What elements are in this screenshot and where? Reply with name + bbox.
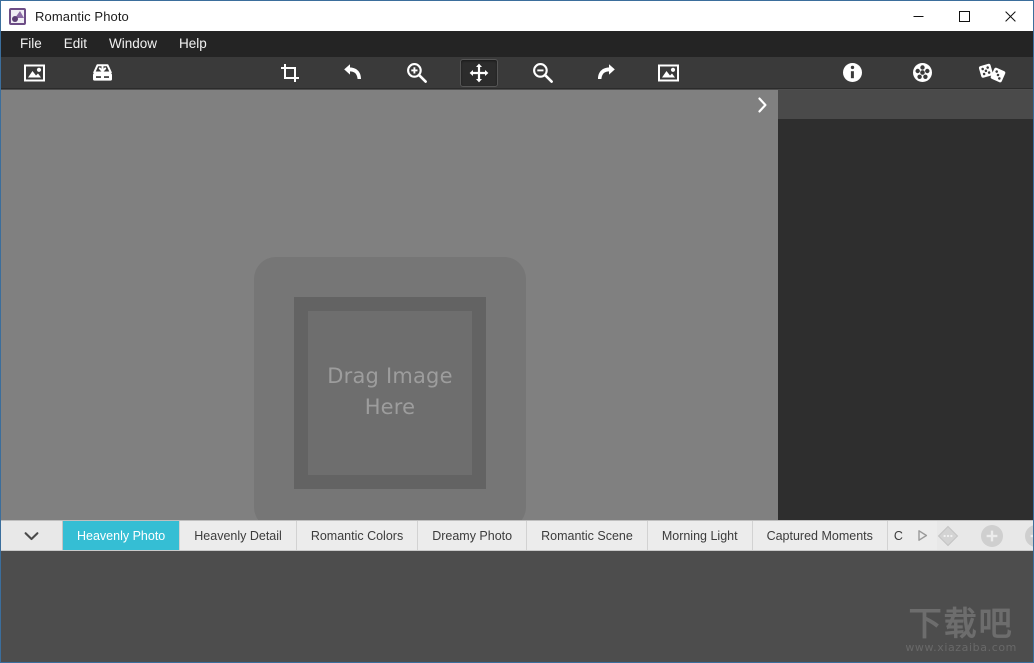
tab-actions [936, 521, 1033, 550]
image-drop-zone[interactable]: Drag Image Here [254, 257, 526, 520]
save-image-icon [92, 63, 112, 81]
pan-move-icon [469, 63, 489, 82]
open-image-button[interactable] [15, 59, 53, 87]
plus-icon [986, 530, 998, 541]
drop-zone-text-line2: Here [364, 395, 416, 419]
tab-partial-next[interactable]: C [887, 521, 909, 550]
photo-app-icon [9, 7, 26, 25]
close-icon [1004, 10, 1016, 22]
menu-item-file[interactable]: File [9, 32, 53, 56]
crop-icon [281, 63, 299, 82]
window-controls [895, 1, 1033, 31]
options-diamond-icon [937, 525, 959, 546]
tab-heavenly-photo[interactable]: Heavenly Photo [63, 521, 181, 550]
tab-scroll-right-button[interactable] [908, 521, 937, 550]
add-preset-button[interactable] [980, 524, 1003, 547]
fit-image-icon [657, 64, 679, 81]
window-title: Romantic Photo [35, 8, 129, 24]
tab-romantic-scene[interactable]: Romantic Scene [527, 521, 648, 550]
fit-image-button[interactable] [649, 59, 687, 87]
title-bar: Romantic Photo [1, 1, 1033, 31]
tab-dreamy-photo[interactable]: Dreamy Photo [418, 521, 528, 550]
zoom-in-icon [406, 63, 427, 83]
maximize-button[interactable] [941, 1, 987, 31]
menu-bar: File Edit Window Help [1, 31, 1033, 57]
panel-toggle-button[interactable] [752, 94, 772, 116]
zoom-out-icon [532, 63, 553, 83]
dice-icon [978, 63, 1006, 83]
tab-romantic-colors[interactable]: Romantic Colors [296, 521, 419, 550]
open-image-icon [23, 64, 45, 81]
redo-icon [597, 64, 615, 79]
drop-zone-text-line1: Drag Image [327, 364, 453, 388]
bottom-strip: 下载吧 www.xiazaiba.com [1, 551, 1033, 662]
undo-button[interactable] [334, 59, 372, 87]
undo-icon [343, 64, 361, 79]
watermark-sub-text: www.xiazaiba.com [905, 641, 1017, 654]
info-icon [842, 63, 862, 82]
triangle-right-icon [918, 530, 928, 541]
dice-button[interactable] [973, 59, 1011, 87]
menu-item-edit[interactable]: Edit [53, 32, 98, 56]
right-panel-header [778, 90, 1033, 119]
menu-item-window[interactable]: Window [98, 32, 168, 56]
close-button[interactable] [987, 1, 1033, 31]
preset-options-button[interactable] [937, 525, 959, 547]
application-window: Romantic Photo File Edit Window Help Dra… [0, 0, 1034, 663]
preset-tab-bar: Heavenly Photo Heavenly Detail Romantic … [1, 520, 1033, 551]
minimize-icon [913, 15, 923, 17]
minimize-button[interactable] [895, 1, 941, 31]
info-button[interactable] [833, 59, 871, 87]
effects-button[interactable] [903, 59, 941, 87]
canvas-area[interactable]: Drag Image Here [1, 90, 778, 520]
tab-captured-moments[interactable]: Captured Moments [752, 521, 888, 550]
save-image-button[interactable] [83, 59, 121, 87]
chevron-down-icon [24, 531, 39, 540]
zoom-out-button[interactable] [523, 59, 561, 87]
tab-morning-light[interactable]: Morning Light [647, 521, 753, 550]
zoom-in-button[interactable] [397, 59, 435, 87]
chevron-right-icon [757, 97, 766, 113]
redo-button[interactable] [586, 59, 624, 87]
menu-item-help[interactable]: Help [168, 32, 218, 56]
remove-preset-button[interactable] [1024, 524, 1033, 547]
crop-button[interactable] [271, 59, 309, 87]
right-panel [778, 90, 1033, 520]
toolbar [1, 57, 1033, 89]
preset-dropdown-button[interactable] [1, 521, 63, 550]
effects-icon [912, 63, 932, 82]
watermark-main-text: 下载吧 [908, 604, 1014, 643]
tab-heavenly-detail[interactable]: Heavenly Detail [180, 521, 297, 550]
minus-icon [1030, 534, 1033, 537]
pan-move-button[interactable] [460, 58, 498, 87]
site-watermark: 下载吧 www.xiazaiba.com [905, 604, 1017, 655]
drop-zone-text: Drag Image Here [254, 361, 526, 423]
maximize-icon [958, 10, 970, 22]
